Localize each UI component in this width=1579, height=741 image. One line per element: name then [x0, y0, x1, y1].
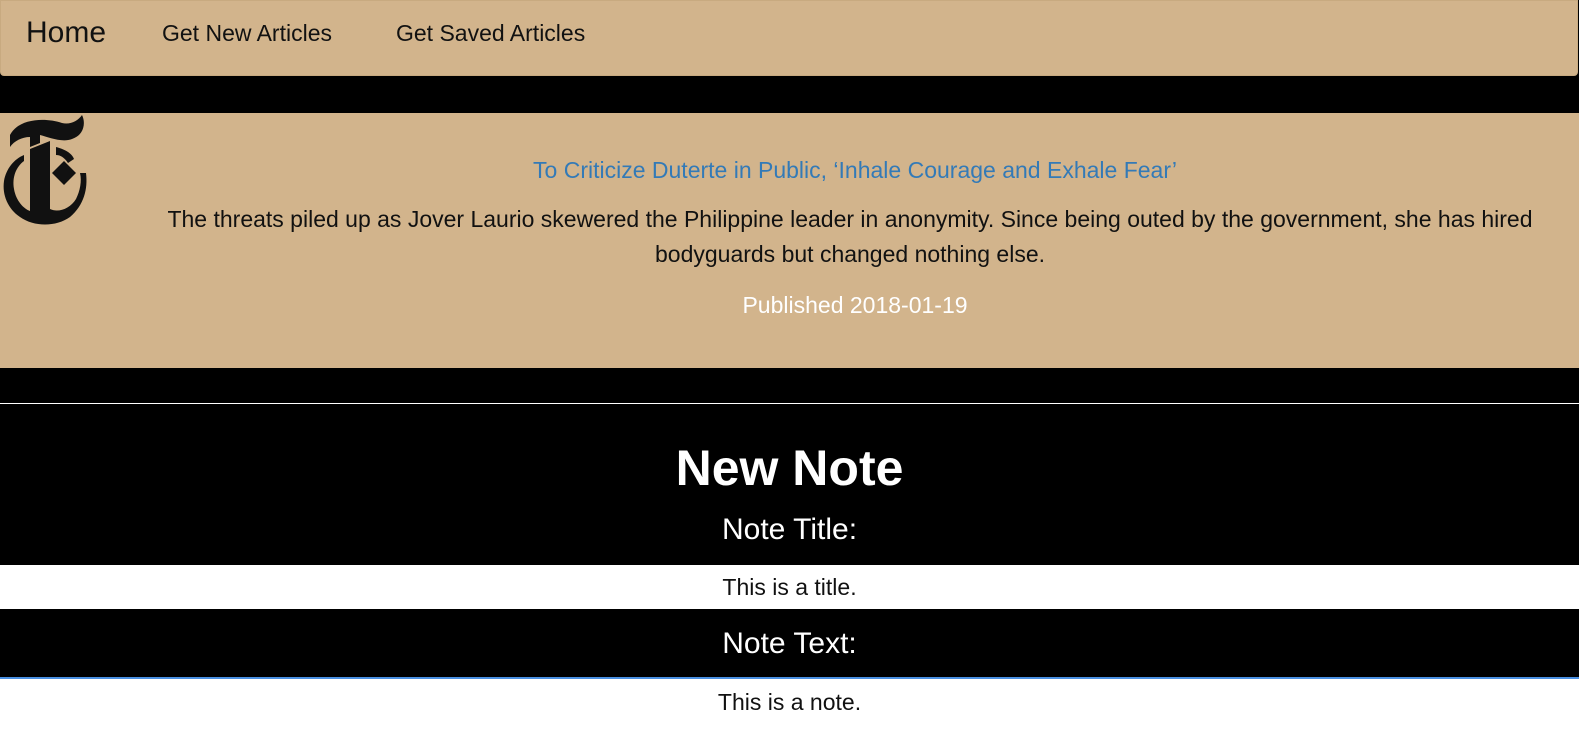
article-published-date: Published 2018-01-19 [742, 292, 968, 318]
article-card: To Criticize Duterte in Public, ‘Inhale … [0, 113, 1579, 368]
article-summary: The threats piled up as Jover Laurio ske… [167, 206, 1533, 267]
home-link[interactable]: Home [26, 15, 106, 51]
article-title-link[interactable]: To Criticize Duterte in Public, ‘Inhale … [140, 155, 1570, 185]
get-new-articles-link[interactable]: Get New Articles [162, 19, 332, 47]
note-title-label: Note Title: [721, 513, 858, 546]
note-text-label: Note Text: [722, 627, 857, 660]
note-text-textarea[interactable]: This is a note. [0, 677, 1579, 741]
new-note-heading: New Note [675, 440, 904, 496]
divider [0, 403, 1579, 404]
nyt-logo-icon [3, 115, 87, 225]
navbar: Home Get New Articles Get Saved Articles [0, 0, 1578, 76]
note-title-input[interactable] [0, 565, 1579, 609]
get-saved-articles-link[interactable]: Get Saved Articles [396, 19, 585, 47]
